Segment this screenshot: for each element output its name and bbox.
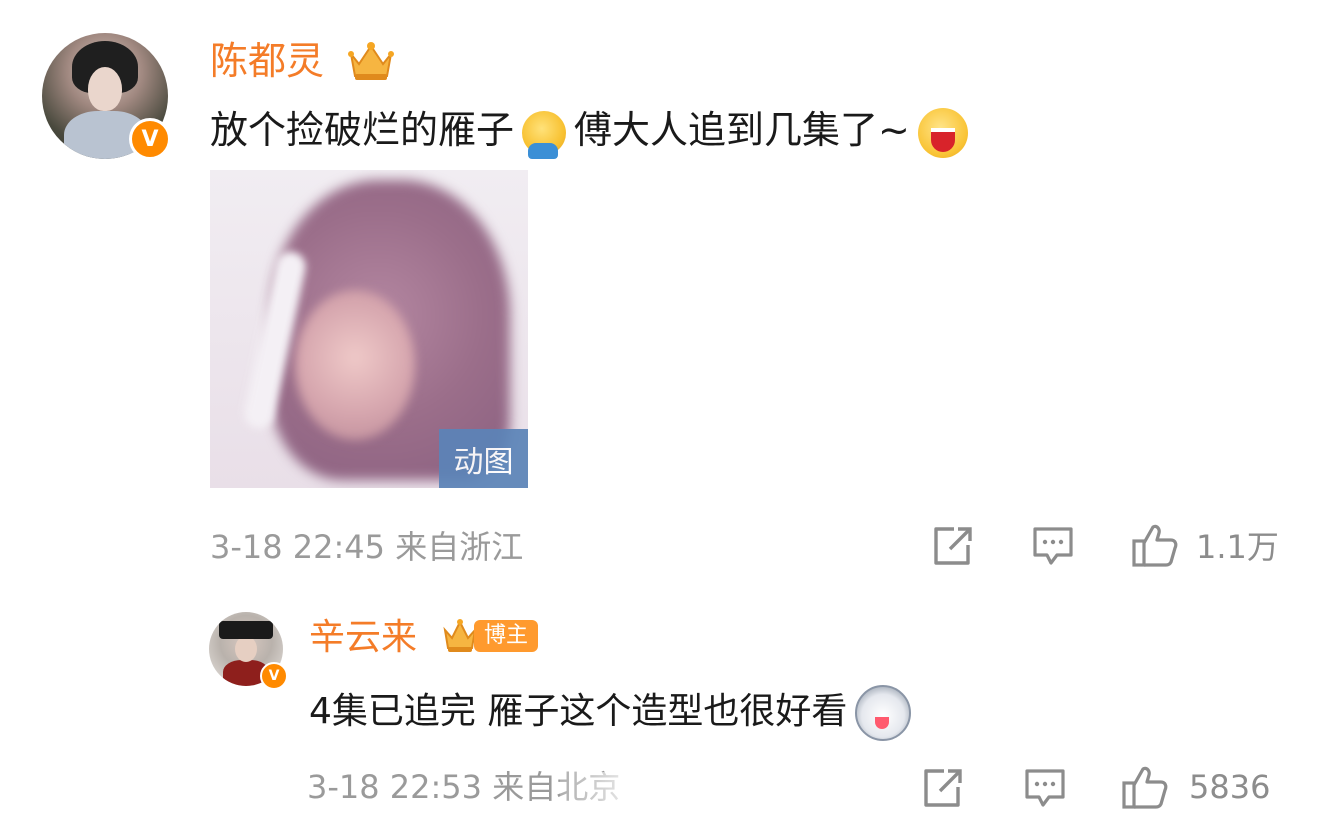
comment-text-part-2: 傅大人追到几集了~ [574,108,910,152]
reply-date: 3-18 22:53 [307,768,483,806]
gif-badge: 动图 [439,429,528,488]
watermark-overlay [560,772,750,812]
comment-text-part-1: 放个捡破烂的雁子 [210,108,515,152]
commenter-name[interactable]: 陈都灵 [210,38,324,84]
like-count: 1.1万 [1196,528,1279,566]
husky-emoji-icon [855,685,912,741]
like-icon[interactable] [1121,763,1169,811]
comment-text: 放个捡破烂的雁子 傅大人追到几集了~ [210,104,968,159]
laughing-emoji-icon [917,107,968,158]
share-icon[interactable] [920,767,964,811]
share-icon[interactable] [930,525,974,569]
crown-icon[interactable] [345,38,397,82]
like-icon[interactable] [1131,521,1179,569]
verified-icon: V [260,662,288,690]
comment-icon[interactable] [1031,525,1075,569]
reply-text-content: 4集已追完 雁子这个造型也很好看 [309,691,848,732]
comment-meta: 3-18 22:45 来自浙江 [210,527,523,567]
facepalm-emoji-icon [522,110,567,159]
comment-location: 来自浙江 [395,528,524,566]
author-badge: 博主 [474,620,539,652]
comment-date: 3-18 22:45 [210,528,386,566]
reply-text: 4集已追完 雁子这个造型也很好看 [309,685,912,741]
replier-name[interactable]: 辛云来 [309,616,417,660]
like-count: 5836 [1189,768,1271,806]
verified-icon: V [129,118,171,160]
comment-icon[interactable] [1023,767,1067,811]
